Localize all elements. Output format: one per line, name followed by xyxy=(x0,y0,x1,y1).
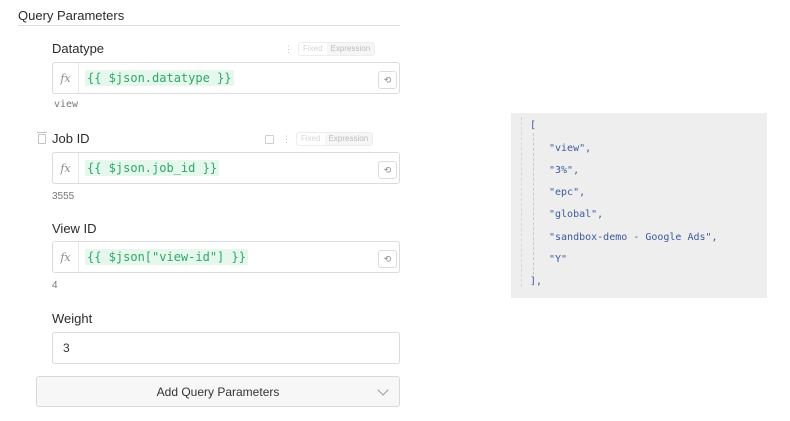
view-id-result: 4 xyxy=(52,280,58,291)
json-item: "sandbox-demo - Google Ads", xyxy=(549,232,718,243)
json-item: "view", xyxy=(549,143,592,154)
section-title: Query Parameters xyxy=(18,8,125,23)
datatype-mode-toggle[interactable]: ⋮ Fixed Expression xyxy=(284,42,376,56)
toggle-expression[interactable]: Expression xyxy=(326,43,375,55)
weight-label: Weight xyxy=(52,311,93,326)
indent-guide xyxy=(533,133,534,275)
json-close-bracket: ], xyxy=(530,276,543,287)
toggle-fixed[interactable]: Fixed xyxy=(297,133,325,145)
view-id-expression: {{ $json["view-id"] }} xyxy=(85,249,248,265)
mode-toggle-group[interactable]: Fixed Expression xyxy=(298,42,376,56)
more-vertical-icon[interactable]: ⋮ xyxy=(284,44,293,55)
datatype-expression: {{ $json.datatype }} xyxy=(85,70,234,86)
indent-guide xyxy=(521,117,522,287)
job-id-mode-toggle[interactable]: ⋮ Fixed Expression xyxy=(265,132,374,146)
more-vertical-icon[interactable]: ⋮ xyxy=(282,134,291,145)
toggle-expression[interactable]: Expression xyxy=(324,133,373,145)
job-id-result: 3555 xyxy=(52,191,75,202)
section-divider xyxy=(18,25,400,26)
json-item: "epc", xyxy=(549,187,586,198)
json-open-bracket: [ xyxy=(530,120,537,131)
chevron-down-icon[interactable] xyxy=(377,384,389,396)
toggle-fixed[interactable]: Fixed xyxy=(299,43,327,55)
json-item: "Y" xyxy=(549,254,568,265)
external-link-icon[interactable]: ⟲ xyxy=(378,161,397,179)
json-item: "global", xyxy=(549,209,604,220)
add-query-parameters-button[interactable]: Add Query Parameters xyxy=(36,376,400,407)
job-id-expression: {{ $json.job_id }} xyxy=(85,160,220,176)
mode-toggle-group[interactable]: Fixed Expression xyxy=(296,132,374,146)
panel-icon[interactable] xyxy=(265,134,274,144)
datatype-expression-field[interactable]: fx {{ $json.datatype }} ⟲ xyxy=(52,62,400,94)
add-query-parameters-label: Add Query Parameters xyxy=(156,384,280,399)
job-id-label: Job ID xyxy=(52,131,90,146)
fx-icon: fx xyxy=(53,153,79,183)
datatype-label: Datatype xyxy=(52,41,105,56)
trash-icon[interactable] xyxy=(37,132,47,144)
json-preview-panel: [ "view", "3%", "epc", "global", "sandbo… xyxy=(511,113,767,298)
view-id-label: View ID xyxy=(52,221,97,236)
view-id-expression-field[interactable]: fx {{ $json["view-id"] }} ⟲ xyxy=(52,241,400,273)
weight-input[interactable]: 3 xyxy=(52,332,400,364)
datatype-result: view xyxy=(54,99,79,110)
job-id-expression-field[interactable]: fx {{ $json.job_id }} ⟲ xyxy=(52,152,400,184)
json-item: "3%", xyxy=(549,165,580,176)
fx-icon: fx xyxy=(53,242,79,272)
external-link-icon[interactable]: ⟲ xyxy=(378,250,397,268)
external-link-icon[interactable]: ⟲ xyxy=(378,71,397,89)
fx-icon: fx xyxy=(53,63,79,93)
